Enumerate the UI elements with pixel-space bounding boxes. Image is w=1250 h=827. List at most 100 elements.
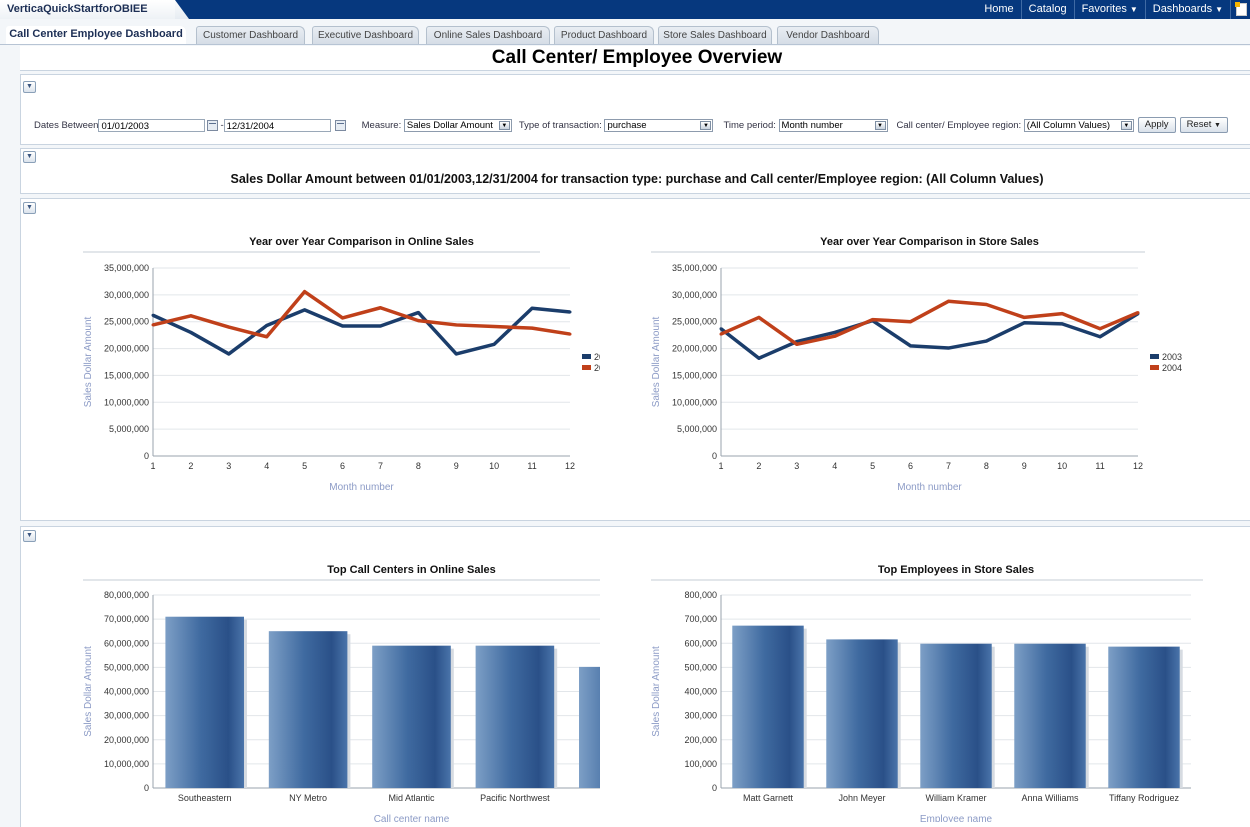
y-axis-label: Sales Dollar Amount [651, 646, 662, 737]
region-select[interactable]: (All Column Values) ▼ [1023, 118, 1134, 132]
dropdown-arrow-icon: ▼ [874, 120, 886, 130]
data-point-2004 [454, 323, 458, 327]
x-tick-label: 2 [188, 461, 193, 471]
y-tick-label: 80,000,000 [104, 590, 149, 600]
data-point-2003 [227, 352, 231, 356]
x-axis-label: Month number [897, 482, 962, 493]
x-tick-label: 9 [1022, 461, 1027, 471]
data-point-2003 [492, 342, 496, 346]
transaction-type-select[interactable]: purchase ▼ [604, 118, 714, 132]
nav-favorites-menu[interactable]: Favorites ▼ [1073, 0, 1145, 19]
data-point-2004 [1060, 312, 1064, 316]
legend-swatch-2004 [1150, 365, 1159, 370]
apply-button[interactable]: Apply [1137, 117, 1176, 133]
nav-dashboards-menu[interactable]: Dashboards ▼ [1144, 0, 1230, 19]
bar [475, 645, 555, 788]
data-point-2004 [946, 299, 950, 303]
data-point-2003 [303, 308, 307, 312]
bar [732, 625, 804, 788]
bar [826, 639, 898, 788]
data-point-2003 [568, 310, 572, 314]
date-from-field[interactable]: 01/01/2003 [98, 118, 206, 132]
x-axis-label: Employee name [920, 814, 993, 822]
collapse-bar-charts-icon[interactable]: ▼ [23, 530, 36, 542]
measure-value: Sales Dollar Amount [406, 119, 493, 131]
x-tick-label: 6 [908, 461, 913, 471]
chevron-down-icon: ▼ [1129, 5, 1138, 14]
x-axis-label: Month number [329, 482, 394, 493]
time-period-value: Month number [781, 119, 843, 131]
legend-swatch-2003 [1150, 354, 1159, 359]
reset-button[interactable]: Reset ▼ [1179, 117, 1228, 133]
collapse-prompts-icon[interactable]: ▼ [23, 81, 36, 93]
x-tick-label: William Kramer [925, 793, 986, 803]
tab-executive-dashboard[interactable]: Executive Dashboard [312, 26, 419, 44]
tab-online-sales-dashboard[interactable]: Online Sales Dashboard [426, 26, 550, 44]
data-point-2004 [757, 315, 761, 319]
time-period-label: Time period: [723, 119, 776, 131]
data-point-2004 [189, 314, 193, 318]
date-to-field[interactable]: 12/31/2004 [223, 118, 331, 132]
transaction-type-value: purchase [607, 119, 647, 131]
legend-swatch-2003 [582, 354, 591, 359]
app-title[interactable]: VerticaQuickStartforOBIEE [7, 3, 148, 15]
data-point-2003 [378, 324, 382, 328]
bar [268, 631, 348, 788]
page-title: Call Center/ Employee Overview [20, 46, 1250, 71]
chevron-down-icon: ▼ [1215, 5, 1223, 14]
x-tick-label: Matt Garnett [743, 793, 794, 803]
region-value: (All Column Values) [1026, 119, 1111, 131]
x-tick-label: 4 [264, 461, 269, 471]
new-menu-icon[interactable] [1230, 0, 1250, 19]
x-tick-label: Anna Williams [1021, 793, 1079, 803]
report-subtitle: Sales Dollar Amount between 01/01/2003,1… [230, 172, 1044, 186]
bar [1108, 646, 1180, 788]
bar [1014, 643, 1086, 788]
x-tick-label: Pacific Northwest [480, 793, 550, 803]
reset-label: Reset [1186, 119, 1212, 130]
nav-home-link[interactable]: Home [977, 0, 1020, 19]
y-tick-label: 20,000,000 [104, 735, 149, 745]
y-tick-label: 60,000,000 [104, 638, 149, 648]
global-nav-links: Home Catalog Favorites ▼ Dashboards ▼ [977, 0, 1250, 19]
data-point-2004 [1022, 315, 1026, 319]
x-tick-label: Tiffany Rodriguez [1109, 793, 1180, 803]
x-axis-label: Call center name [374, 814, 450, 822]
x-tick-label: 7 [378, 461, 383, 471]
y-tick-label: 400,000 [684, 687, 717, 697]
tab-vendor-dashboard[interactable]: Vendor Dashboard [777, 26, 879, 44]
data-point-2004 [795, 342, 799, 346]
nav-catalog-link[interactable]: Catalog [1020, 0, 1074, 19]
tab-product-dashboard[interactable]: Product Dashboard [554, 26, 654, 44]
collapse-line-charts-icon[interactable]: ▼ [23, 202, 36, 214]
time-period-select[interactable]: Month number ▼ [778, 118, 888, 132]
data-point-2003 [833, 330, 837, 334]
tab-store-sales-dashboard[interactable]: Store Sales Dashboard [658, 26, 772, 44]
global-nav-bar: Home Catalog Favorites ▼ Dashboards ▼ [175, 0, 1250, 19]
collapse-subtitle-icon[interactable]: ▼ [23, 151, 36, 163]
data-point-2004 [984, 303, 988, 307]
data-point-2003 [530, 306, 534, 310]
bar [165, 616, 244, 788]
measure-select[interactable]: Sales Dollar Amount ▼ [403, 118, 512, 132]
x-tick-label: 10 [1057, 461, 1067, 471]
y-tick-label: 20,000,000 [104, 344, 149, 354]
y-tick-label: 0 [712, 783, 717, 793]
data-point-2004 [492, 325, 496, 329]
x-tick-label: 2 [756, 461, 761, 471]
prompts-bar: Dates Between 01/01/2003 - 12/31/2004 Me… [34, 117, 1228, 133]
y-tick-label: 5,000,000 [109, 424, 149, 434]
chart-title: Year over Year Comparison in Store Sales [820, 236, 1039, 248]
data-point-2003 [189, 330, 193, 334]
tab-customer-dashboard[interactable]: Customer Dashboard [196, 26, 305, 44]
x-tick-label: 10 [489, 461, 499, 471]
tab-call-center-employee-dashboard[interactable]: Call Center Employee Dashboard [6, 26, 186, 44]
bar [920, 643, 992, 788]
calendar-icon[interactable] [334, 119, 346, 131]
data-point-2004 [909, 320, 913, 324]
y-tick-label: 0 [144, 451, 149, 461]
calendar-icon[interactable] [207, 119, 219, 131]
chart-title: Year over Year Comparison in Online Sale… [249, 236, 474, 248]
x-tick-label: 5 [302, 461, 307, 471]
data-point-2003 [416, 311, 420, 315]
